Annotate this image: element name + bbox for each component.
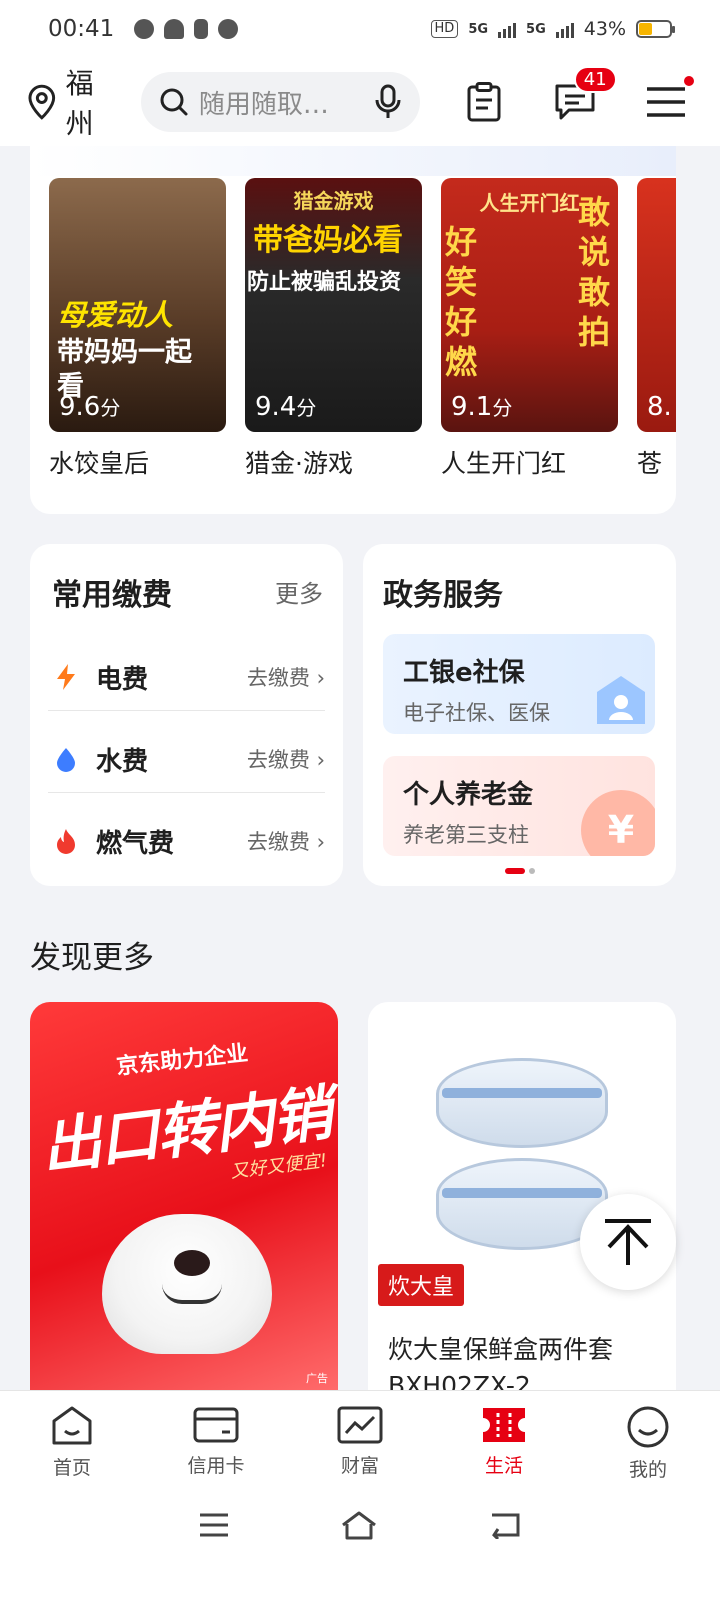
battery-icon (636, 20, 675, 38)
location-selector[interactable]: 福州 (26, 62, 121, 142)
fee-item-gas[interactable]: 燃气费 去缴费 › (48, 800, 325, 882)
app-header: 福州 随用随取… 41 (0, 58, 720, 146)
bill-list-button[interactable] (456, 74, 511, 130)
flame-icon (48, 827, 84, 855)
ad-banner-jd[interactable]: 京东助力企业 出口转内销 又好又便宜! 广告 (30, 1002, 338, 1390)
location-pin-icon (28, 84, 56, 120)
gov-item-pension[interactable]: 个人养老金 养老第三支柱 ¥ (383, 756, 655, 856)
movie-score: 9.1分 (451, 392, 513, 422)
battery-percent: 43% (583, 18, 626, 40)
back-icon[interactable] (488, 1511, 522, 1539)
signal-strength-icon (498, 20, 517, 38)
movie-poster: 猎金游戏 带爸妈必看 防止被骗乱投资 9.4分 (245, 178, 422, 432)
sim-card-icon (194, 19, 209, 39)
movie-score: 8. (647, 392, 672, 422)
common-fees-card: 常用缴费 更多 电费 去缴费 › 水费 去缴费 › 燃气费 去缴费 › (30, 544, 343, 886)
status-time: 00:41 (48, 16, 115, 42)
message-count-badge: 41 (573, 66, 617, 93)
home-icon (52, 1406, 92, 1445)
credit-card-icon (193, 1407, 239, 1443)
search-bar[interactable]: 随用随取… (140, 72, 420, 132)
hd-voice-icon: HD (430, 20, 459, 38)
movie-poster: 人生开门红 好笑好燃 敢说敢拍 9.1分 (441, 178, 618, 432)
tab-wealth[interactable]: 财富 (288, 1391, 432, 1490)
ticket-icon (483, 1408, 525, 1442)
message-bubble-icon (218, 19, 239, 39)
tab-mine[interactable]: 我的 (576, 1391, 720, 1490)
back-to-top-button[interactable] (580, 1194, 676, 1290)
movie-title: 苍 (637, 449, 663, 478)
tab-home[interactable]: 首页 (0, 1391, 144, 1490)
lightning-icon (48, 663, 84, 691)
gov-title: 政务服务 (383, 578, 503, 613)
product-name: 炊大皇保鲜盒两件套 BXH02ZX-2 (388, 1335, 614, 1390)
movie-title: 人生开门红 (441, 449, 567, 478)
network-type-2: 5G (526, 21, 546, 37)
ad-label: 广告 (306, 1372, 328, 1385)
movie-score: 9.4分 (255, 392, 317, 422)
movie-card[interactable]: 人生开门红 好笑好燃 敢说敢拍 9.1分 人生开门红 (441, 178, 618, 480)
fees-more-link[interactable]: 更多 (275, 574, 323, 609)
system-navigation-bar (0, 1490, 720, 1600)
gov-services-card: 政务服务 工银e社保 电子社保、医保 个人养老金 养老第三支柱 ¥ (363, 544, 676, 886)
water-drop-icon (48, 745, 84, 773)
movie-poster: 母爱动人 带妈妈一起看 9.6分 (49, 178, 226, 432)
system-home-icon[interactable] (340, 1510, 378, 1540)
messages-button[interactable]: 41 (547, 66, 617, 130)
signal-strength-icon-2 (555, 20, 574, 38)
movie-card[interactable]: 母爱动人 带妈妈一起看 9.6分 水饺皇后 (49, 178, 226, 480)
gov-item-social-security[interactable]: 工银e社保 电子社保、医保 (383, 634, 655, 734)
product-brand-tag: 炊大皇 (378, 1264, 465, 1306)
movie-title: 水饺皇后 (49, 449, 150, 478)
carousel-indicator (505, 868, 535, 874)
movie-title: 猎金·游戏 (245, 449, 353, 478)
fee-item-electricity[interactable]: 电费 去缴费 › (48, 636, 325, 718)
tab-credit-card[interactable]: 信用卡 (144, 1391, 288, 1490)
recent-apps-icon[interactable] (198, 1512, 230, 1538)
status-bar: 00:41 HD 5G 5G 43% (0, 0, 720, 58)
hamburger-menu-icon (647, 87, 686, 117)
city-label: 福州 (65, 67, 94, 140)
movie-recommendations: 母爱动人 带妈妈一起看 9.6分 水饺皇后 猎金游戏 带爸妈必看 防止被骗乱投资… (30, 146, 676, 514)
menu-button[interactable] (639, 74, 697, 130)
movie-score: 9.6分 (59, 392, 121, 422)
movie-card[interactable]: 8. 苍 (637, 178, 676, 480)
arrow-up-to-top-icon (605, 1219, 651, 1265)
fees-title: 常用缴费 (52, 578, 172, 613)
jd-mascot-image (102, 1214, 272, 1354)
bottom-tab-bar: 首页 信用卡 财富 生活 我的 (0, 1390, 720, 1490)
microphone-icon[interactable] (374, 84, 402, 120)
movie-card[interactable]: 猎金游戏 带爸妈必看 防止被骗乱投资 9.4分 猎金·游戏 (245, 178, 422, 480)
ad-kicker: 京东助力企业 (115, 1041, 250, 1080)
clipboard-icon (467, 82, 501, 122)
movie-poster: 8. (637, 178, 676, 432)
search-icon (160, 88, 188, 116)
notification-bell-icon (164, 19, 185, 39)
network-type-1: 5G (468, 21, 489, 37)
tab-life[interactable]: 生活 (432, 1391, 576, 1490)
profile-smile-icon (627, 1406, 669, 1448)
id-card-icon (597, 676, 645, 724)
search-input[interactable]: 随用随取… (199, 84, 364, 121)
fee-item-water[interactable]: 水费 去缴费 › (48, 718, 325, 800)
menu-red-dot (682, 74, 697, 88)
chart-trend-icon (337, 1406, 383, 1444)
wechat-icon (134, 19, 155, 39)
discover-section-title: 发现更多 (30, 940, 154, 976)
